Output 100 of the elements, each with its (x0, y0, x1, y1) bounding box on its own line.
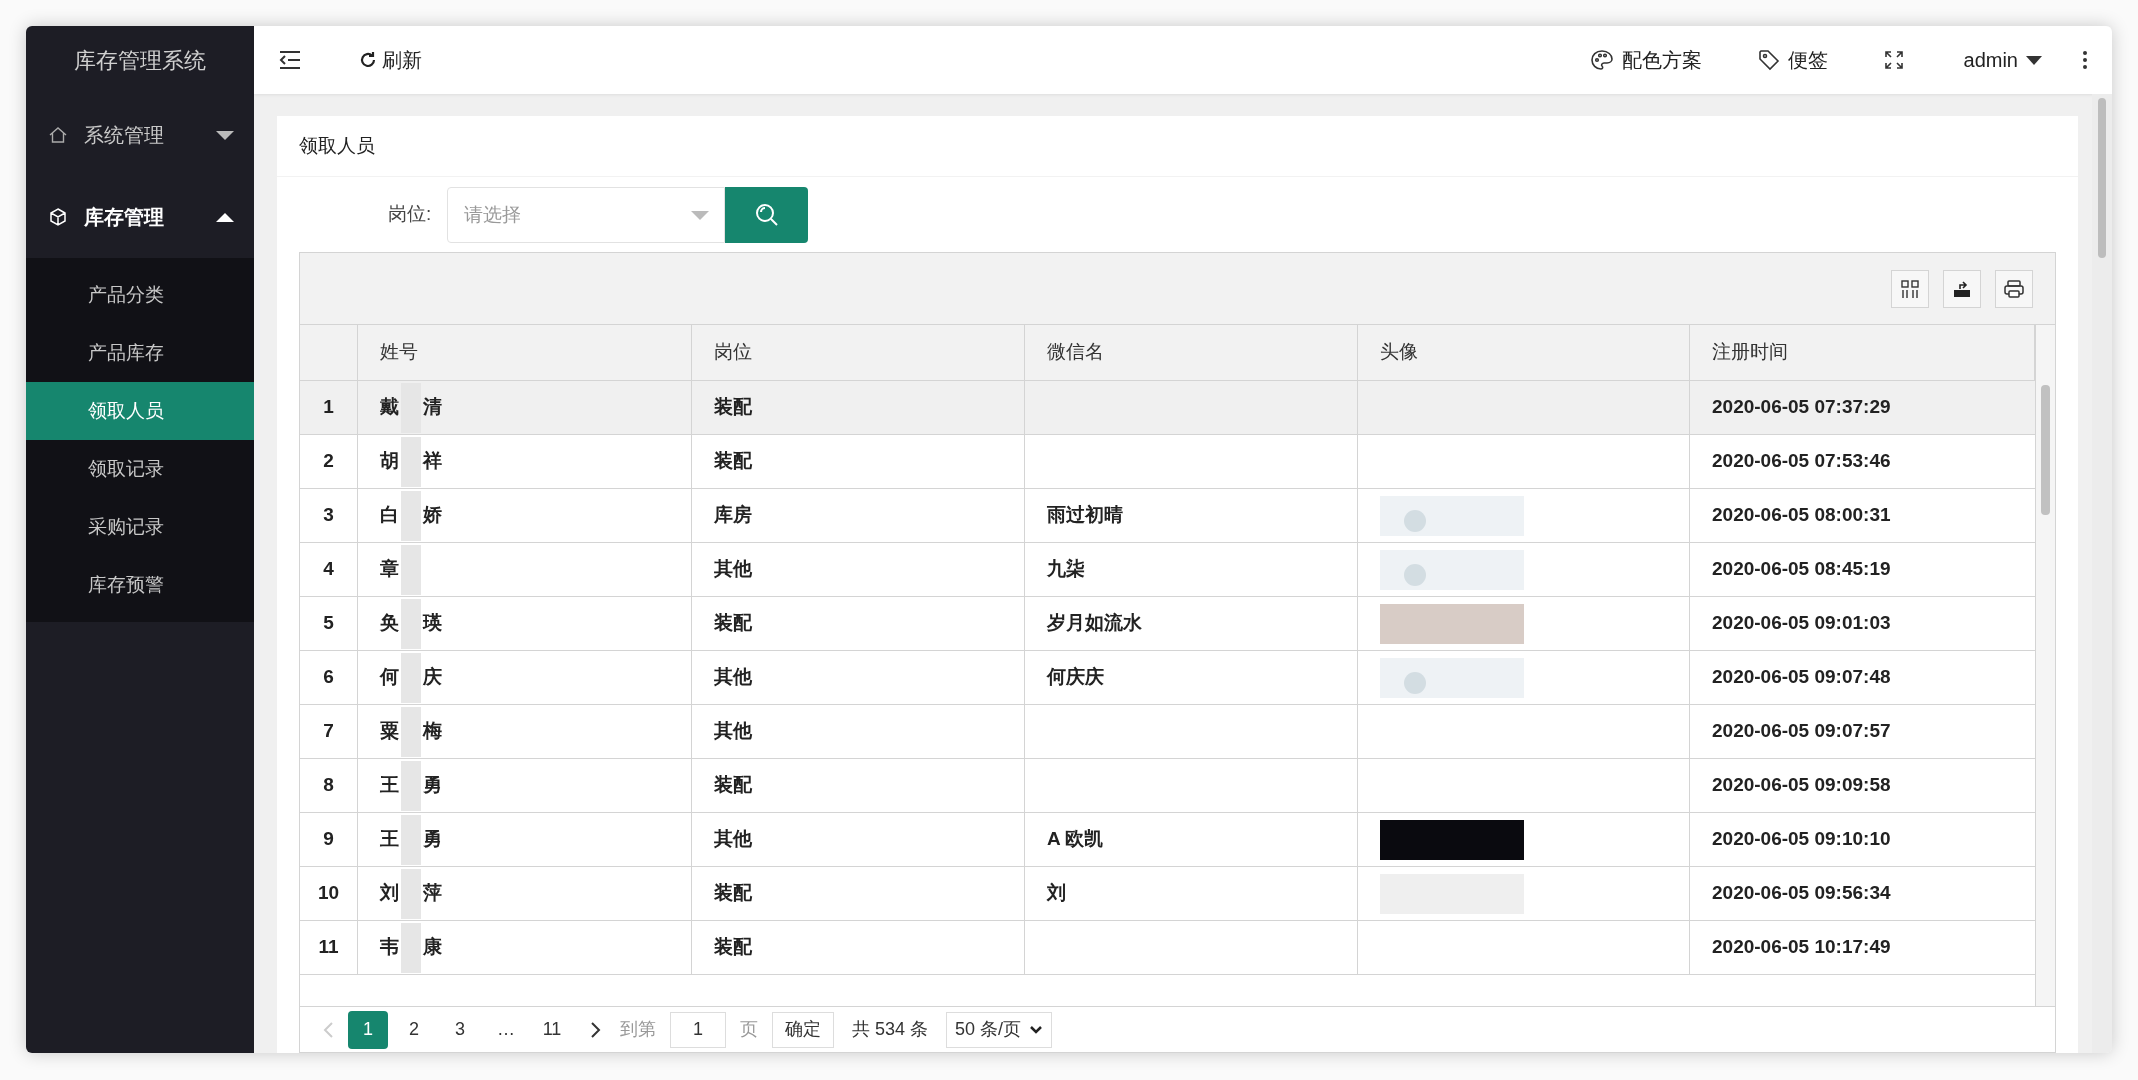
table-row[interactable]: 5 奂 瑛 装配 岁月如流水 2020-06-05 09:01:03 (300, 597, 2035, 651)
page-button[interactable]: 11 (532, 1010, 572, 1049)
submenu-item[interactable]: 产品库存 (26, 324, 254, 382)
page-button[interactable]: 3 (440, 1010, 480, 1049)
palette-icon (1589, 49, 1614, 71)
submenu-item[interactable]: 采购记录 (26, 498, 254, 556)
redaction-block (401, 706, 421, 757)
column-header[interactable]: 姓号 (358, 325, 692, 380)
table-cell: 其他 (692, 705, 1025, 758)
redaction-block (401, 490, 421, 541)
name-text: 王 (380, 773, 399, 798)
home-icon (48, 125, 68, 145)
search-icon (753, 201, 780, 228)
color-scheme-button[interactable]: 配色方案 (1589, 45, 1702, 75)
page-button[interactable]: 1 (348, 1010, 388, 1049)
table-cell: 刘 (1025, 867, 1358, 920)
name-text: 王 (380, 827, 399, 852)
column-header[interactable]: 微信名 (1025, 325, 1358, 380)
page-input[interactable]: 1 (670, 1011, 726, 1048)
name-text: 白 (380, 503, 399, 528)
redaction-block (401, 760, 421, 811)
filter-label: 岗位: (388, 202, 432, 227)
menu-group[interactable]: 系统管理 (26, 94, 254, 176)
redaction-block (401, 652, 421, 703)
name-text: 勇 (423, 827, 442, 852)
name-text: 戴 (380, 395, 399, 420)
table-row[interactable]: 4 章 其他 九柒 2020-06-05 08:45:19 (300, 543, 2035, 597)
name-text: 梅 (423, 719, 442, 744)
name-text: 章 (380, 557, 399, 582)
caret-down-icon (691, 210, 710, 220)
table-cell-text: 2020-06-05 09:09:58 (1711, 773, 1892, 798)
table-cell: 其他 (692, 651, 1025, 704)
user-menu-button[interactable]: admin (1963, 45, 2042, 75)
confirm-button[interactable]: 确定 (772, 1011, 834, 1048)
menu-group[interactable]: 库存管理 (26, 176, 254, 258)
columns-icon (1900, 278, 1920, 299)
caret-up-icon (216, 212, 234, 222)
page-size-select[interactable]: 50 条/页 (946, 1011, 1053, 1048)
row-number: 5 (300, 597, 358, 650)
redaction-block (401, 814, 421, 865)
name-text: 粟 (380, 719, 399, 744)
table-cell: 其他 (692, 543, 1025, 596)
export-button[interactable] (1943, 269, 1981, 308)
menu-collapse-icon[interactable] (278, 50, 302, 70)
redaction-block (401, 868, 421, 919)
name-text: 瑛 (423, 611, 442, 636)
post-select[interactable]: 请选择 (447, 186, 726, 243)
refresh-button[interactable]: 刷新 (358, 45, 422, 75)
menu-label: 库存管理 (84, 205, 165, 230)
name-text: 胡 (380, 449, 399, 474)
table-row[interactable]: 11 韦 康 装配 2020-06-05 10:17:49 (300, 921, 2035, 975)
columns-button[interactable] (1891, 269, 1929, 308)
table-cell: 库房 (692, 489, 1025, 542)
table-cell: 岁月如流水 (1025, 597, 1358, 650)
table-row[interactable]: 6 何 庆 其他 何庆庆 2020-06-05 09:07:48 (300, 651, 2035, 705)
submenu-item[interactable]: 领取人员 (26, 382, 254, 440)
table-cell: 雨过初晴 (1025, 489, 1358, 542)
table-row[interactable]: 1 戴 清 装配 2020-06-05 07:37:29 (300, 381, 2035, 435)
goto-label: 到第 (620, 1018, 656, 1041)
table-row[interactable]: 2 胡 祥 装配 2020-06-05 07:53:46 (300, 435, 2035, 489)
name-text: 刘 (380, 881, 399, 906)
name-text: 萍 (423, 881, 442, 906)
caret-down-icon (216, 130, 234, 140)
submenu-item[interactable]: 领取记录 (26, 440, 254, 498)
app-title: 库存管理系统 (73, 46, 207, 75)
name-text: 娇 (423, 503, 442, 528)
page-button[interactable]: 2 (394, 1010, 434, 1049)
cube-icon (48, 207, 68, 227)
table-row[interactable]: 10 刘 萍 装配 刘 2020-06-05 09:56:34 (300, 867, 2035, 921)
name-text: 清 (423, 395, 442, 420)
table-cell: 其他 (692, 813, 1025, 866)
search-button[interactable] (725, 186, 809, 243)
total-count: 共 534 条 (852, 1018, 929, 1041)
name-text: 勇 (423, 773, 442, 798)
table-cell: 装配 (692, 435, 1025, 488)
table-row[interactable]: 7 粟 梅 其他 2020-06-05 09:07:57 (300, 705, 2035, 759)
submenu-item[interactable]: 库存预警 (26, 556, 254, 614)
table-cell: 装配 (692, 867, 1025, 920)
table-row[interactable]: 9 王 勇 其他 A 欧凯 2020-06-05 09:10:10 (300, 813, 2035, 867)
row-number: 11 (300, 921, 358, 974)
table-cell: 装配 (692, 921, 1025, 974)
chevron-right-icon[interactable] (590, 1020, 602, 1039)
print-button[interactable] (1995, 269, 2033, 308)
redaction-block (401, 436, 421, 487)
page-button[interactable]: … (486, 1010, 526, 1049)
submenu-item[interactable]: 产品分类 (26, 266, 254, 324)
row-number: 9 (300, 813, 358, 866)
row-number: 10 (300, 867, 358, 920)
fullscreen-icon[interactable] (1883, 50, 1904, 70)
column-header[interactable]: 头像 (1358, 325, 1690, 380)
table-cell-text: 2020-06-05 10:17:49 (1711, 935, 1892, 960)
chevron-down-icon (1029, 1024, 1044, 1035)
row-number: 4 (300, 543, 358, 596)
notes-button[interactable]: 便签 (1757, 45, 1828, 75)
more-icon[interactable] (2082, 50, 2088, 70)
table-row[interactable]: 3 白 娇 库房 雨过初晴 2020-06-05 08:00:31 (300, 489, 2035, 543)
column-header[interactable]: 岗位 (692, 325, 1025, 380)
table-cell-text: 2020-06-05 08:00:31 (1711, 503, 1892, 528)
row-number: 6 (300, 651, 358, 704)
table-row[interactable]: 8 王 勇 装配 2020-06-05 09:09:58 (300, 759, 2035, 813)
